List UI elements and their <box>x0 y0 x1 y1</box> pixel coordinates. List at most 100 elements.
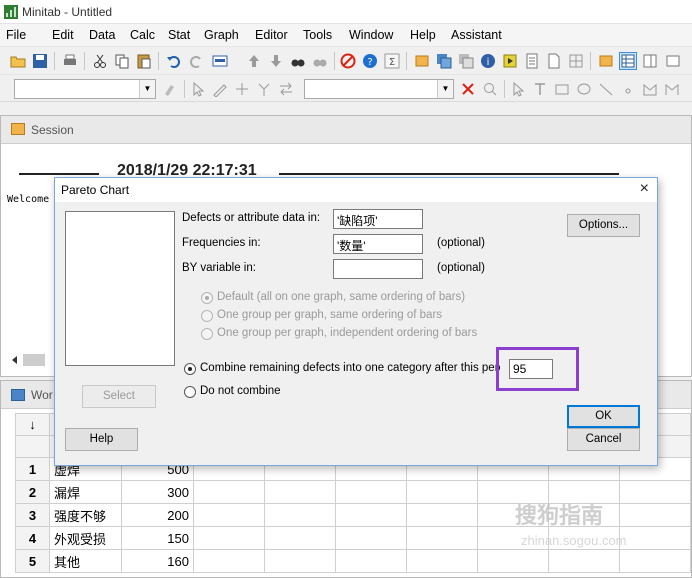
radio-one-group-same[interactable] <box>201 310 213 322</box>
options-button[interactable]: Options... <box>567 214 640 237</box>
paste-icon[interactable] <box>136 53 152 69</box>
empty-cell[interactable] <box>406 503 478 527</box>
empty-cell[interactable] <box>619 526 691 550</box>
edit-last-dialog-icon[interactable] <box>212 53 228 69</box>
empty-cell[interactable] <box>619 480 691 504</box>
empty-cell[interactable] <box>548 549 620 573</box>
print-icon[interactable] <box>62 53 78 69</box>
empty-cell[interactable] <box>193 549 265 573</box>
radio-do-not-combine[interactable] <box>184 386 196 398</box>
radio-default-ordering[interactable] <box>201 292 213 304</box>
open-folder-icon[interactable] <box>10 53 26 69</box>
menu-data[interactable]: Data <box>89 28 115 42</box>
close-icon[interactable]: × <box>640 180 649 198</box>
session-window-icon[interactable] <box>414 53 430 69</box>
help-button[interactable]: Help <box>65 428 138 451</box>
empty-cell[interactable] <box>193 503 265 527</box>
column-arrow-icon[interactable]: ↓ <box>15 413 50 436</box>
defect-name-cell[interactable]: 外观受损 <box>49 526 122 550</box>
copy-icon[interactable] <box>114 53 130 69</box>
menu-stat[interactable]: Stat <box>168 28 190 42</box>
cancel-icon[interactable] <box>340 53 356 69</box>
menu-editor[interactable]: Editor <box>255 28 288 42</box>
empty-cell[interactable] <box>406 549 478 573</box>
empty-cell[interactable] <box>264 549 336 573</box>
radio-combine-defects[interactable] <box>184 363 196 375</box>
save-icon[interactable] <box>32 53 48 69</box>
menu-calc[interactable]: Calc <box>130 28 155 42</box>
session-folder-icon[interactable] <box>598 53 614 69</box>
empty-cell[interactable] <box>477 549 549 573</box>
graphs-icon[interactable] <box>458 53 474 69</box>
variable-list[interactable] <box>65 211 175 366</box>
session-horizontal-scrollbar[interactable] <box>9 352 49 368</box>
info-icon[interactable]: i <box>480 53 496 69</box>
brush-icon[interactable] <box>162 81 178 97</box>
split-view-icon[interactable] <box>642 53 658 69</box>
empty-cell[interactable] <box>335 503 407 527</box>
polyline-tool-icon[interactable] <box>664 81 680 97</box>
text-tool-icon[interactable] <box>532 81 548 97</box>
ok-button[interactable]: OK <box>567 405 640 428</box>
scroll-left-icon[interactable] <box>9 352 49 368</box>
zoom-icon[interactable] <box>482 81 498 97</box>
report-pad-icon[interactable] <box>524 53 540 69</box>
empty-cell[interactable] <box>193 526 265 550</box>
annotation-pointer-icon[interactable] <box>510 81 526 97</box>
brush-select-icon[interactable] <box>256 81 272 97</box>
radio-one-group-independent[interactable] <box>201 328 213 340</box>
count-cell[interactable]: 200 <box>121 503 194 527</box>
count-cell[interactable]: 160 <box>121 549 194 573</box>
empty-cell[interactable] <box>406 526 478 550</box>
worksheet-view-icon[interactable] <box>619 52 637 70</box>
menu-tools[interactable]: Tools <box>303 28 332 42</box>
worksheets-icon[interactable] <box>436 53 452 69</box>
row-number[interactable]: 3 <box>15 503 50 527</box>
menu-file[interactable]: File <box>6 28 26 42</box>
defect-name-cell[interactable]: 漏焊 <box>49 480 122 504</box>
empty-cell[interactable] <box>264 480 336 504</box>
empty-cell[interactable] <box>406 480 478 504</box>
menu-help[interactable]: Help <box>410 28 436 42</box>
count-cell[interactable]: 150 <box>121 526 194 550</box>
defects-field[interactable]: '缺陷项' <box>333 209 423 229</box>
marker-tool-icon[interactable] <box>620 81 636 97</box>
empty-cell[interactable] <box>619 503 691 527</box>
find-icon[interactable] <box>290 53 306 69</box>
cancel-button[interactable]: Cancel <box>567 428 640 451</box>
redo-icon[interactable] <box>188 53 204 69</box>
frequencies-field[interactable]: '数量' <box>333 234 423 254</box>
crosshair-icon[interactable] <box>234 81 250 97</box>
empty-cell[interactable] <box>264 526 336 550</box>
polygon-tool-icon[interactable] <box>642 81 658 97</box>
empty-cell[interactable] <box>335 480 407 504</box>
empty-cell[interactable] <box>619 549 691 573</box>
cut-icon[interactable] <box>92 53 108 69</box>
row-number[interactable]: 5 <box>15 549 50 573</box>
select-button[interactable]: Select <box>82 385 156 408</box>
menu-graph[interactable]: Graph <box>204 28 239 42</box>
menu-window[interactable]: Window <box>349 28 393 42</box>
layout-icon[interactable] <box>568 53 584 69</box>
by-variable-field[interactable] <box>333 259 423 279</box>
graph-item-combo[interactable]: ▼ <box>14 79 156 99</box>
count-cell[interactable]: 300 <box>121 480 194 504</box>
empty-cell[interactable] <box>264 503 336 527</box>
graph-element-combo[interactable]: ▼ <box>304 79 454 99</box>
select-pointer-icon[interactable] <box>190 81 206 97</box>
line-tool-icon[interactable] <box>598 81 614 97</box>
find-next-icon[interactable] <box>312 53 328 69</box>
menu-assistant[interactable]: Assistant <box>451 28 502 42</box>
arrow-up-icon[interactable] <box>246 53 262 69</box>
row-number[interactable]: 1 <box>15 457 50 481</box>
undo-icon[interactable] <box>166 53 182 69</box>
defect-name-cell[interactable]: 强度不够 <box>49 503 122 527</box>
defect-name-cell[interactable]: 其他 <box>49 549 122 573</box>
pen-icon[interactable] <box>212 81 228 97</box>
empty-cell[interactable] <box>335 549 407 573</box>
tile-icon[interactable] <box>666 53 682 69</box>
sigma-icon[interactable]: Σ <box>384 53 400 69</box>
history-icon[interactable] <box>502 53 518 69</box>
arrow-down-icon[interactable] <box>268 53 284 69</box>
row-number[interactable]: 4 <box>15 526 50 550</box>
